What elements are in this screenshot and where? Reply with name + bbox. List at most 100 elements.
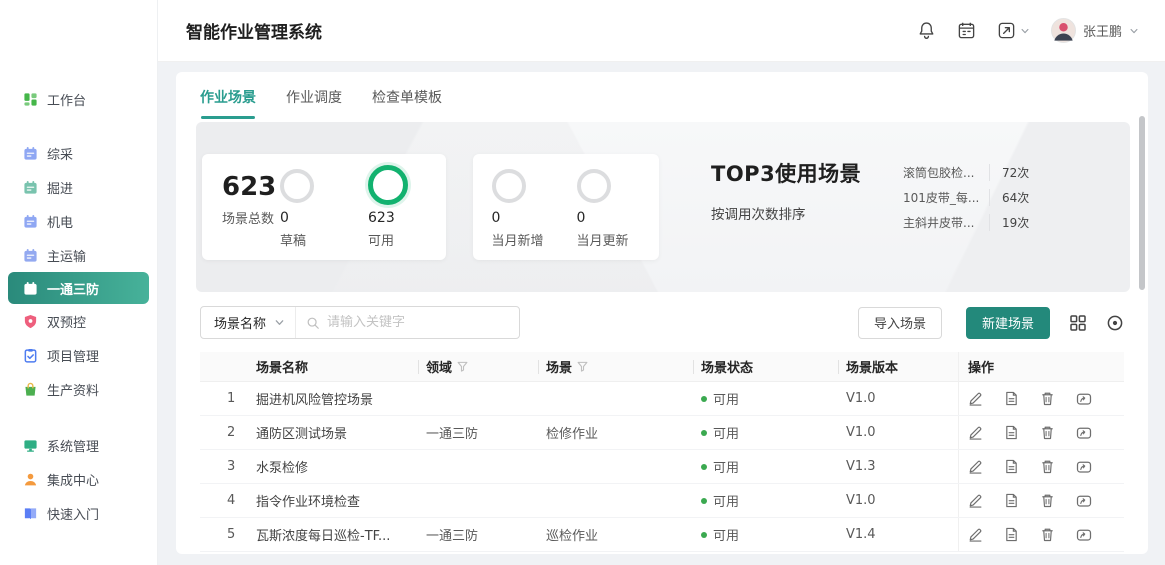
table-row[interactable]: 2 通防区测试场景 一通三防 检修作业 可用 V1.0 bbox=[200, 416, 1124, 450]
top3-item-name: 101皮带_每... bbox=[903, 189, 979, 206]
copy-file-icon[interactable] bbox=[1004, 425, 1019, 440]
share-icon[interactable] bbox=[1076, 459, 1092, 475]
share-icon[interactable] bbox=[1076, 391, 1092, 407]
col-scene-label: 场景 bbox=[546, 357, 572, 376]
table-row[interactable]: 1 掘进机风险管控场景 可用 V1.0 bbox=[200, 382, 1124, 416]
scene-name: 掘进机风险管控场景 bbox=[256, 389, 426, 408]
stat-card-total: 623 场景总数 0 草稿 623 可用 bbox=[202, 154, 446, 260]
create-scene-button[interactable]: 新建场景 bbox=[966, 307, 1050, 339]
ring-gray bbox=[492, 169, 526, 203]
row-actions bbox=[958, 416, 1124, 449]
col-version: 场景版本 bbox=[846, 352, 958, 381]
status-badge: 可用 bbox=[701, 423, 846, 442]
total-scenes-label: 场景总数 bbox=[222, 208, 280, 227]
copy-file-icon[interactable] bbox=[1004, 493, 1019, 508]
sidebar-item-shuangyukong[interactable]: 双预控 bbox=[0, 304, 157, 338]
sidebar-item-kuaisurumen[interactable]: 快速入门 bbox=[0, 496, 157, 530]
bag-icon bbox=[23, 382, 38, 397]
scene-table: 场景名称 领域 场景 场景状态 场景版本 操作 1 掘进机风险管控场景 可用 V… bbox=[200, 352, 1124, 552]
filter-funnel-icon[interactable] bbox=[457, 361, 468, 372]
available-label: 可用 bbox=[368, 230, 394, 249]
sidebar-item-zhuyunshu[interactable]: 主运输 bbox=[0, 238, 157, 272]
top3-item-count: 19次 bbox=[989, 214, 1029, 231]
tab-checklist-template[interactable]: 检查单模板 bbox=[372, 87, 442, 119]
trash-icon[interactable] bbox=[1040, 527, 1055, 542]
row-actions bbox=[958, 382, 1124, 415]
table-row[interactable]: 4 指令作业环境检查 可用 V1.0 bbox=[200, 484, 1124, 518]
month-updated-label: 当月更新 bbox=[577, 230, 629, 249]
edit-pencil-icon[interactable] bbox=[968, 391, 983, 406]
share-icon[interactable] bbox=[1076, 527, 1092, 543]
scene-domain: 一通三防 bbox=[426, 525, 546, 544]
table-body: 1 掘进机风险管控场景 可用 V1.0 2 通防区测试场景 一通三防 检修作业 … bbox=[200, 382, 1124, 552]
shield-icon bbox=[23, 314, 38, 329]
edit-pencil-icon[interactable] bbox=[968, 425, 983, 440]
scene-name: 瓦斯浓度每日巡检-TF... bbox=[256, 525, 426, 544]
scene-version: V1.3 bbox=[846, 459, 958, 474]
top3-item-count: 64次 bbox=[989, 189, 1029, 206]
top3-item-name: 滚筒包胶检... bbox=[903, 164, 979, 181]
table-row[interactable]: 5 瓦斯浓度每日巡检-TF... 一通三防 巡检作业 可用 V1.4 bbox=[200, 518, 1124, 552]
sidebar-item-jichengzhongxin[interactable]: 集成中心 bbox=[0, 462, 157, 496]
user-menu[interactable]: 张王鹏 bbox=[1051, 18, 1139, 43]
scene-version: V1.0 bbox=[846, 493, 958, 508]
search-field-select[interactable]: 场景名称 bbox=[201, 307, 296, 338]
sidebar-item-jidian[interactable]: 机电 bbox=[0, 204, 157, 238]
sidebar-item-label: 综采 bbox=[47, 144, 73, 163]
calendar-icon bbox=[23, 180, 38, 195]
status-dot bbox=[701, 430, 707, 436]
trash-icon[interactable] bbox=[1040, 493, 1055, 508]
status-text: 可用 bbox=[713, 491, 739, 510]
vertical-scrollbar[interactable] bbox=[1139, 116, 1145, 290]
search-icon bbox=[306, 316, 320, 330]
top3-subtitle: 按调用次数排序 bbox=[711, 203, 887, 223]
tab-schedule[interactable]: 作业调度 bbox=[286, 87, 342, 119]
stat-available: 623 可用 bbox=[368, 169, 432, 250]
edit-pencil-icon[interactable] bbox=[968, 459, 983, 474]
sidebar-item-label: 快速入门 bbox=[47, 504, 99, 523]
copy-file-icon[interactable] bbox=[1004, 459, 1019, 474]
edit-pencil-icon[interactable] bbox=[968, 527, 983, 542]
share-icon[interactable] bbox=[1076, 493, 1092, 509]
month-updated-value: 0 bbox=[577, 210, 586, 226]
calendar-icon[interactable] bbox=[957, 21, 976, 40]
edit-pencil-icon[interactable] bbox=[968, 493, 983, 508]
scene-type: 检修作业 bbox=[546, 423, 701, 442]
sidebar-item-label: 机电 bbox=[47, 212, 73, 231]
table-row[interactable]: 3 水泵检修 可用 V1.3 bbox=[200, 450, 1124, 484]
sidebar-item-zongcai[interactable]: 综采 bbox=[0, 136, 157, 170]
chevron-down-icon bbox=[1020, 26, 1030, 36]
trash-icon[interactable] bbox=[1040, 459, 1055, 474]
filter-funnel-icon[interactable] bbox=[577, 361, 588, 372]
import-scene-button[interactable]: 导入场景 bbox=[858, 307, 942, 339]
app-export-menu[interactable] bbox=[997, 21, 1030, 40]
sidebar-item-xitongguanli[interactable]: 系统管理 bbox=[0, 428, 157, 462]
bell-icon[interactable] bbox=[917, 21, 936, 40]
calendar-icon bbox=[23, 146, 38, 161]
sidebar-item-xiangmuguanli[interactable]: 项目管理 bbox=[0, 338, 157, 372]
settings-gear-icon[interactable] bbox=[1106, 314, 1124, 332]
top3-item: 滚筒包胶检... 72次 bbox=[903, 160, 1029, 185]
scene-name: 指令作业环境检查 bbox=[256, 491, 426, 510]
grid-view-icon[interactable] bbox=[1069, 314, 1087, 332]
sidebar-item-shengchanziliao[interactable]: 生产资料 bbox=[0, 372, 157, 406]
search-input[interactable] bbox=[327, 315, 519, 330]
sidebar-item-label: 工作台 bbox=[47, 90, 86, 109]
topbar: 智能作业管理系统 张王鹏 bbox=[158, 0, 1165, 62]
calendar-icon bbox=[23, 248, 38, 263]
trash-icon[interactable] bbox=[1040, 391, 1055, 406]
sidebar-item-juejin[interactable]: 掘进 bbox=[0, 170, 157, 204]
chevron-down-icon bbox=[274, 317, 285, 328]
calendar-icon bbox=[23, 281, 38, 296]
copy-file-icon[interactable] bbox=[1004, 391, 1019, 406]
sidebar-item-workbench[interactable]: 工作台 bbox=[0, 82, 157, 116]
copy-file-icon[interactable] bbox=[1004, 527, 1019, 542]
sidebar-item-yitongsanfang[interactable]: 一通三防 bbox=[8, 272, 149, 304]
share-icon[interactable] bbox=[1076, 425, 1092, 441]
col-name: 场景名称 bbox=[256, 352, 426, 381]
tab-scene[interactable]: 作业场景 bbox=[200, 87, 256, 119]
row-actions bbox=[958, 518, 1124, 551]
sidebar: 工作台 综采 掘进 机电 主运输 一通三防 双预控 项目管理 bbox=[0, 0, 158, 565]
status-badge: 可用 bbox=[701, 491, 846, 510]
trash-icon[interactable] bbox=[1040, 425, 1055, 440]
